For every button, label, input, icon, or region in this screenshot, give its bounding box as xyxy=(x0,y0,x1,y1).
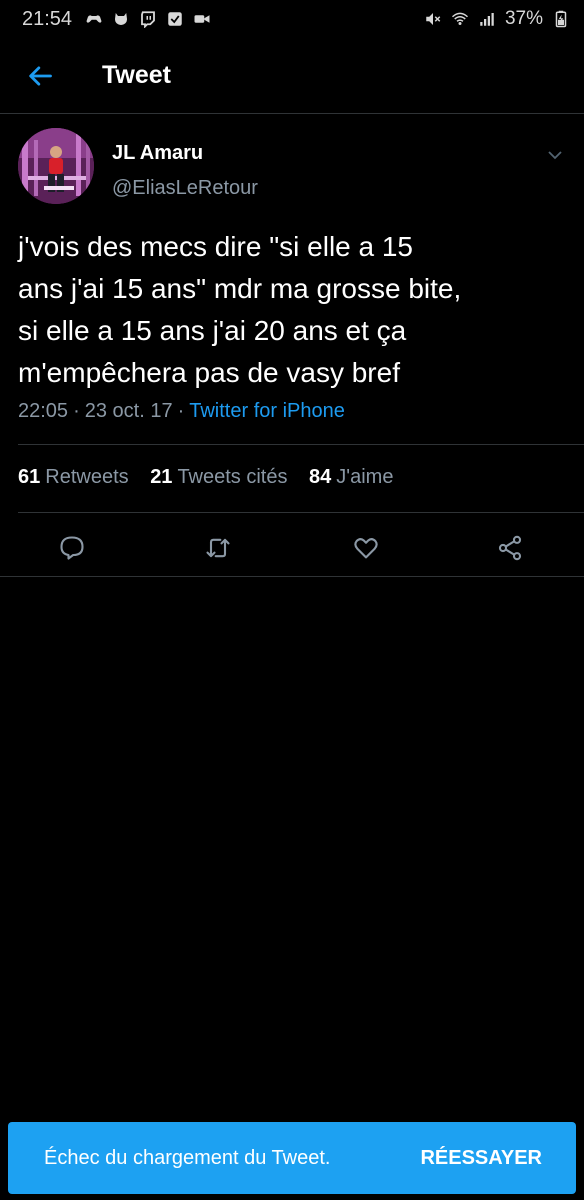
tweet-author-row: JL Amaru @EliasLeRetour xyxy=(0,114,584,216)
reply-icon xyxy=(60,536,84,560)
tweet-date: 23 oct. 17 xyxy=(84,400,173,422)
retweet-icon xyxy=(206,538,230,558)
author-display-name[interactable]: JL Amaru xyxy=(112,142,203,165)
likes-label: J'aime xyxy=(336,466,394,488)
retweet-button[interactable] xyxy=(200,530,236,566)
back-button[interactable] xyxy=(20,56,60,96)
status-bar: 21:54 37% xyxy=(0,0,584,38)
status-right: 37% xyxy=(424,8,570,30)
snackbar-message: Échec du chargement du Tweet. xyxy=(44,1146,331,1169)
quotes-stat[interactable]: 21 Tweets cités xyxy=(150,466,287,488)
tweet-source-link[interactable]: Twitter for iPhone xyxy=(189,400,345,422)
quotes-count: 21 xyxy=(150,466,173,488)
chevron-down-icon xyxy=(548,151,562,160)
meta-separator: · xyxy=(177,400,185,422)
page-title: Tweet xyxy=(102,61,171,89)
likes-count: 84 xyxy=(309,466,332,488)
retweets-count: 61 xyxy=(18,466,41,488)
like-icon xyxy=(354,538,378,559)
twitch-icon xyxy=(139,10,157,28)
divider xyxy=(0,576,584,577)
tweet: JL Amaru @EliasLeRetour j'vois des mecs … xyxy=(0,114,584,577)
author-handle[interactable]: @EliasLeRetour xyxy=(112,177,258,200)
battery-percentage: 37% xyxy=(504,8,543,29)
tweet-time: 22:05 xyxy=(18,400,69,422)
video-camera-icon xyxy=(193,10,211,28)
quotes-label: Tweets cités xyxy=(177,466,288,488)
tweet-meta: 22:05 · 23 oct. 17 · Twitter for iPhone xyxy=(18,400,345,423)
checkbox-icon xyxy=(166,10,184,28)
battery-icon xyxy=(552,10,570,28)
divider xyxy=(18,444,584,445)
retry-button[interactable]: RÉESSAYER xyxy=(420,1147,542,1170)
share-button[interactable] xyxy=(492,530,528,566)
status-time: 21:54 xyxy=(22,7,73,30)
reply-button[interactable] xyxy=(54,530,90,566)
retweets-label: Retweets xyxy=(45,466,129,488)
tweet-text: j'vois des mecs dire "si elle a 15 ans j… xyxy=(18,231,462,388)
tweet-actions xyxy=(0,520,584,576)
divider xyxy=(18,512,584,513)
tweet-stats: 61 Retweets 21 Tweets cités 84 J'aime xyxy=(18,466,409,489)
app-header: Tweet xyxy=(0,38,584,114)
likes-stat[interactable]: 84 J'aime xyxy=(309,466,393,488)
meta-separator: · xyxy=(73,400,80,422)
mute-icon xyxy=(424,10,442,28)
wifi-icon xyxy=(451,10,469,28)
cat-icon xyxy=(112,10,130,28)
error-snackbar: Échec du chargement du Tweet. RÉESSAYER xyxy=(8,1122,576,1194)
avatar[interactable] xyxy=(18,128,94,204)
share-icon xyxy=(498,535,522,561)
retweets-stat[interactable]: 61 Retweets xyxy=(18,466,129,488)
signal-icon xyxy=(478,10,496,28)
game-controller-icon xyxy=(85,10,103,28)
tweet-options-button[interactable] xyxy=(544,144,566,166)
back-arrow-icon xyxy=(29,65,52,86)
status-left: 21:54 xyxy=(22,8,211,31)
like-button[interactable] xyxy=(348,530,384,566)
